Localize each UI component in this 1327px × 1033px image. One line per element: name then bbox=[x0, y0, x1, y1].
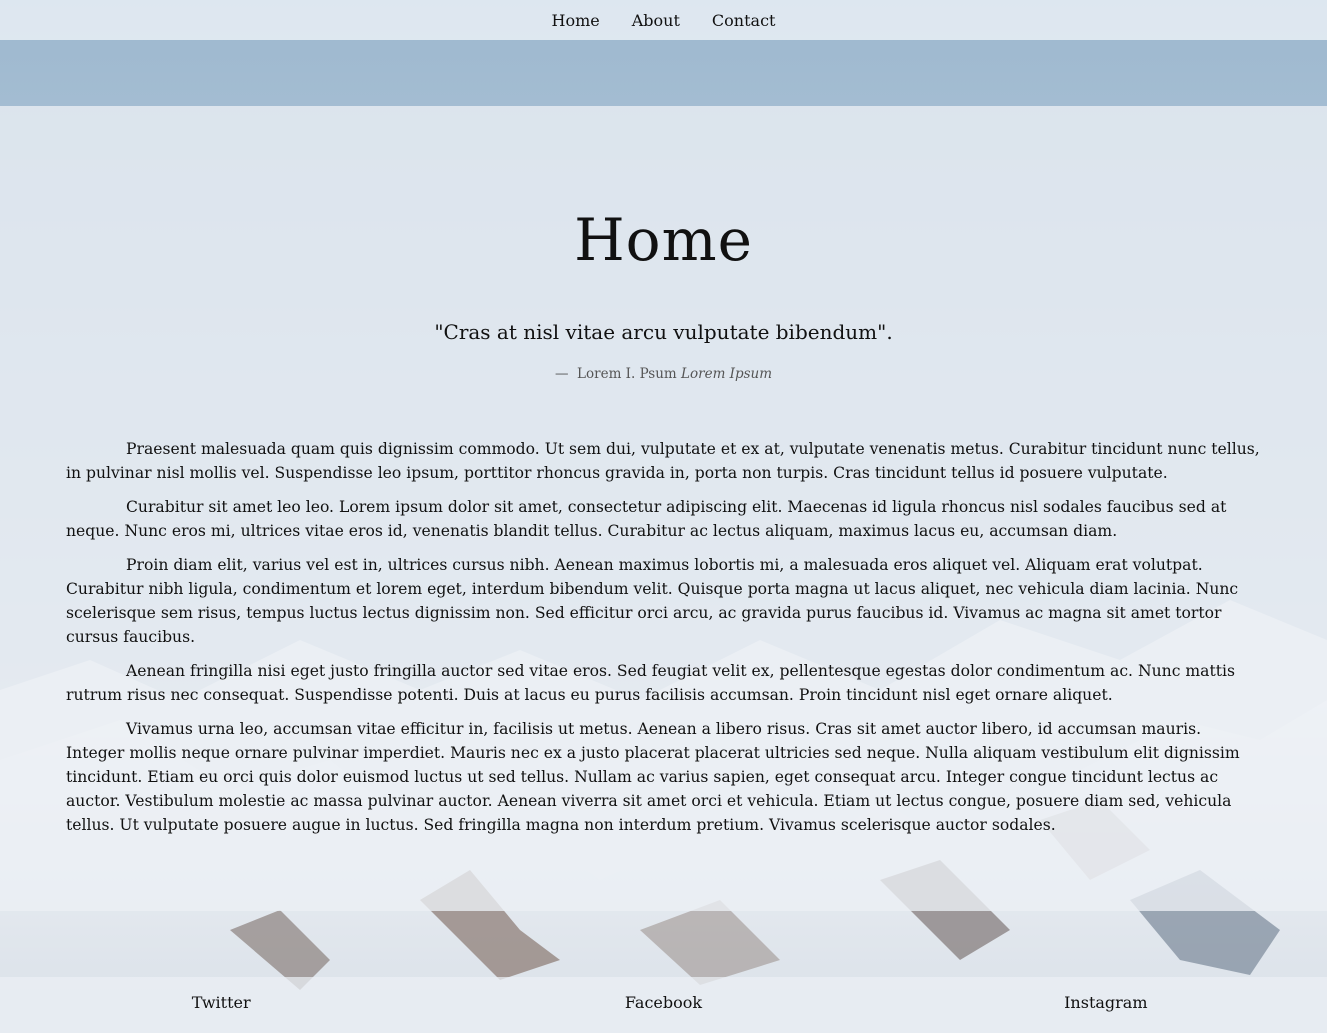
attribution-source: Lorem Ipsum bbox=[681, 366, 773, 382]
footer-link-twitter[interactable]: Twitter bbox=[0, 993, 442, 1018]
nav-link-about[interactable]: About bbox=[632, 11, 680, 30]
quote-attribution: — Lorem I. Psum Lorem Ipsum bbox=[0, 366, 1327, 382]
quote: "Cras at nisl vitae arcu vulputate biben… bbox=[434, 320, 893, 344]
nav-link-home[interactable]: Home bbox=[552, 11, 600, 30]
footer-link-instagram[interactable]: Instagram bbox=[885, 993, 1327, 1018]
attribution-author: Lorem I. Psum bbox=[577, 366, 677, 382]
paragraph: Vivamus urna leo, accumsan vitae efficit… bbox=[66, 720, 1240, 834]
body-text: Praesent malesuada quam quis dignissim c… bbox=[66, 437, 1261, 847]
main-content-panel: Home "Cras at nisl vitae arcu vulputate … bbox=[0, 106, 1327, 911]
paragraph: Aenean fringilla nisi eget justo fringil… bbox=[66, 662, 1235, 704]
footer-link-facebook[interactable]: Facebook bbox=[442, 993, 884, 1018]
paragraph: Praesent malesuada quam quis dignissim c… bbox=[66, 440, 1260, 482]
paragraph: Proin diam elit, varius vel est in, ultr… bbox=[66, 556, 1239, 646]
paragraph: Curabitur sit amet leo leo. Lorem ipsum … bbox=[66, 498, 1227, 540]
footer: Twitter Facebook Instagram bbox=[0, 977, 1327, 1033]
nav-link-contact[interactable]: Contact bbox=[712, 11, 776, 30]
page-title: Home bbox=[574, 206, 753, 274]
top-navbar: Home About Contact bbox=[0, 0, 1327, 40]
attribution-dash: — bbox=[554, 366, 569, 382]
